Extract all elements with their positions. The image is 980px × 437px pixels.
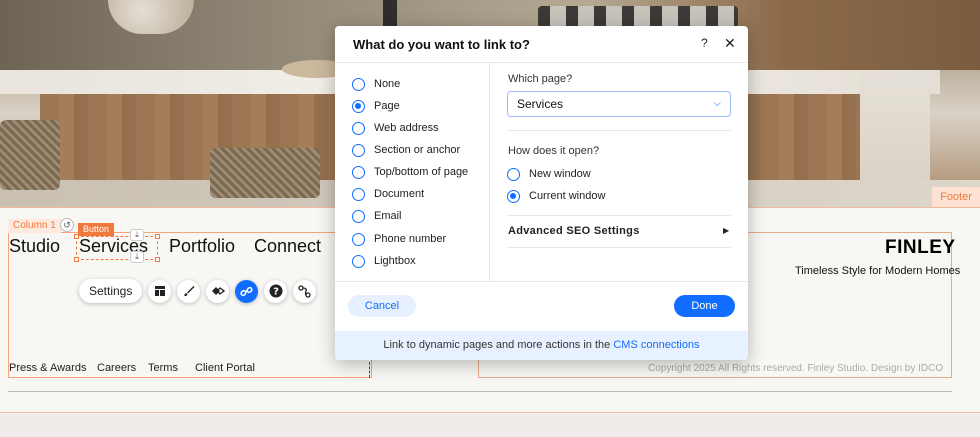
divider: [335, 62, 748, 63]
connect-icon[interactable]: [293, 279, 317, 303]
option-label: None: [374, 78, 401, 90]
button-tag[interactable]: Button: [78, 223, 115, 236]
page-select[interactable]: Services ⌵: [507, 91, 731, 117]
footer-link-client-portal[interactable]: Client Portal: [195, 362, 255, 374]
svg-text:?: ?: [273, 287, 279, 298]
option-label: Email: [374, 210, 402, 222]
dialog-title: What do you want to link to?: [353, 37, 530, 52]
option-label: Top/bottom of page: [374, 166, 469, 178]
option-lightbox[interactable]: Lightbox: [352, 253, 416, 269]
footer-text: Link to dynamic pages and more actions i…: [383, 339, 614, 351]
nav-item-studio[interactable]: Studio: [9, 236, 60, 257]
resize-handle[interactable]: [74, 257, 79, 262]
option-label: Section or anchor: [374, 144, 461, 156]
radio-button-selected[interactable]: [507, 189, 520, 203]
option-label: Phone number: [374, 233, 447, 245]
footer-link-terms[interactable]: Terms: [148, 362, 178, 374]
close-icon[interactable]: ✕: [724, 35, 736, 52]
option-none[interactable]: None: [352, 76, 400, 92]
option-top-bottom[interactable]: Top/bottom of page: [352, 164, 468, 180]
divider: [507, 130, 731, 131]
option-current-window[interactable]: Current window: [507, 188, 605, 204]
stool: [0, 120, 60, 190]
radio-button[interactable]: [352, 143, 365, 157]
chevron-down-icon: ⌵: [713, 98, 721, 109]
cms-connections-link[interactable]: CMS connections: [613, 339, 699, 351]
page-select-value: Services: [517, 97, 564, 111]
cancel-button[interactable]: Cancel: [348, 295, 416, 317]
resize-handle[interactable]: [74, 234, 79, 239]
column-divider: [369, 362, 370, 378]
link-icon[interactable]: [235, 279, 259, 303]
resize-handle[interactable]: [155, 234, 160, 239]
option-label: New window: [529, 168, 591, 180]
option-web-address[interactable]: Web address: [352, 120, 439, 136]
radio-button-selected[interactable]: [352, 99, 365, 113]
open-label: How does it open?: [508, 145, 600, 157]
advanced-seo-toggle[interactable]: Advanced SEO Settings: [508, 225, 640, 237]
settings-button[interactable]: Settings: [79, 279, 143, 303]
canvas-bottom: [0, 414, 980, 437]
option-label: Document: [374, 188, 425, 200]
nav-item-connect[interactable]: Connect: [254, 236, 321, 257]
chevron-right-icon[interactable]: ▶: [723, 226, 729, 235]
radio-button[interactable]: [352, 209, 365, 223]
layout-icon[interactable]: [148, 279, 172, 303]
column-label[interactable]: Column 1: [8, 219, 61, 233]
stretch-icon[interactable]: ⤓: [130, 251, 144, 263]
radio-button[interactable]: [507, 167, 520, 181]
option-document[interactable]: Document: [352, 186, 424, 202]
divider: [489, 63, 490, 281]
animation-icon[interactable]: [206, 279, 230, 303]
radio-button[interactable]: [352, 77, 365, 91]
radio-button[interactable]: [352, 187, 365, 201]
link-dialog: What do you want to link to? ? ✕ None Pa…: [335, 26, 748, 360]
footer-link-careers[interactable]: Careers: [97, 362, 136, 374]
resize-handle[interactable]: [155, 257, 160, 262]
design-brush-icon[interactable]: [177, 279, 201, 303]
selected-button-frame[interactable]: [76, 236, 158, 260]
option-label: Page: [374, 100, 400, 112]
which-page-label: Which page?: [508, 73, 573, 85]
nav-item-portfolio[interactable]: Portfolio: [169, 236, 235, 257]
option-new-window[interactable]: New window: [507, 166, 591, 182]
option-section-anchor[interactable]: Section or anchor: [352, 142, 460, 158]
option-label: Lightbox: [374, 255, 416, 267]
option-label: Web address: [374, 122, 439, 134]
brand-tagline[interactable]: Timeless Style for Modern Homes: [795, 265, 960, 277]
radio-button[interactable]: [352, 165, 365, 179]
stretch-icon[interactable]: ⤓: [130, 229, 144, 241]
footer-tag[interactable]: Footer: [932, 187, 980, 207]
stool: [210, 148, 320, 198]
stove-knobs: [538, 6, 738, 28]
option-email[interactable]: Email: [352, 208, 402, 224]
radio-button[interactable]: [352, 232, 365, 246]
brand-name[interactable]: FINLEY: [885, 237, 956, 259]
option-page[interactable]: Page: [352, 98, 400, 114]
done-button[interactable]: Done: [674, 295, 735, 317]
dialog-footer: Link to dynamic pages and more actions i…: [335, 331, 748, 360]
divider: [507, 247, 731, 248]
copyright-text[interactable]: Copyright 2025 All Rights reserved. Finl…: [648, 363, 943, 374]
divider: [335, 281, 748, 282]
option-label: Current window: [529, 190, 606, 202]
reset-icon[interactable]: ↺: [60, 218, 74, 232]
footer-divider: [8, 391, 952, 392]
radio-button[interactable]: [352, 254, 365, 268]
help-icon[interactable]: ?: [701, 36, 708, 50]
radio-button[interactable]: [352, 121, 365, 135]
option-phone[interactable]: Phone number: [352, 231, 446, 247]
footer-link-press[interactable]: Press & Awards: [9, 362, 86, 374]
element-toolbar: Settings ?: [79, 279, 317, 303]
divider: [507, 215, 731, 216]
help-icon[interactable]: ?: [264, 279, 288, 303]
